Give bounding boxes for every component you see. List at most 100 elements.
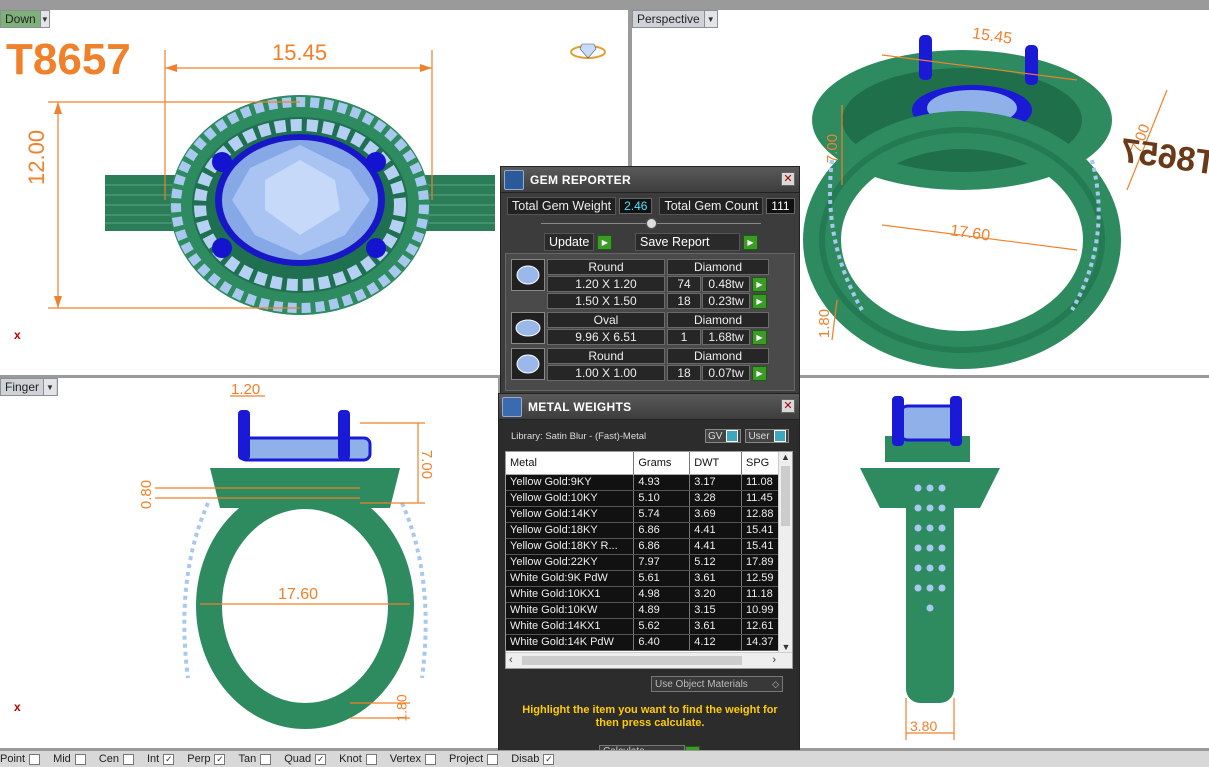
table-cell: 3.61 (689, 570, 742, 587)
toggle-icon (726, 430, 739, 442)
total-gem-weight-value: 2.46 (619, 198, 653, 214)
scroll-left-icon[interactable]: ‹ (509, 654, 513, 666)
ring-thumbnail-icon (570, 43, 606, 59)
scroll-down-icon[interactable]: ▼ (779, 642, 792, 652)
viewport-side[interactable]: 3.80 (800, 378, 1209, 748)
chevron-down-icon[interactable]: ▼ (39, 11, 49, 27)
gem-reporter-panel[interactable]: GEM REPORTER ✕ Total Gem Weight 2.46 Tot… (500, 166, 800, 394)
column-header[interactable]: DWT (689, 452, 742, 475)
viewport-tab-finger[interactable]: Finger ▼ (0, 378, 58, 396)
chevron-down-icon[interactable]: ▼ (43, 379, 57, 395)
column-header[interactable]: SPG (741, 452, 780, 475)
table-cell: 3.15 (689, 602, 742, 619)
osnap-checkbox[interactable]: ✓ (163, 753, 175, 765)
metal-table-container[interactable]: Metal Grams DWT SPG Yellow Gold:9KY 4.93 3… (505, 451, 793, 669)
use-object-materials-button[interactable]: Use Object Materials ◇ (651, 676, 783, 692)
table-cell: 6.86 (633, 538, 691, 555)
gem-weight: 0.07tw (702, 365, 750, 381)
gem-shape: Round (547, 259, 665, 275)
close-icon[interactable]: ✕ (781, 172, 795, 186)
ring-side-view (860, 396, 1000, 740)
save-report-button[interactable]: Save Report (635, 233, 740, 251)
table-cell: 11.45 (741, 490, 780, 507)
table-cell: 3.69 (689, 506, 742, 523)
dimension-band: 1.80 (393, 694, 410, 722)
osnap-item[interactable]: Vertex (390, 753, 440, 765)
column-header[interactable]: Metal (506, 452, 635, 475)
osnap-label: Knot (339, 753, 362, 765)
chevron-down-icon[interactable]: ▼ (703, 11, 717, 27)
play-icon[interactable]: ▶ (752, 277, 767, 292)
scroll-right-icon[interactable]: › (772, 654, 776, 666)
table-row[interactable]: Yellow Gold:10KY 5.10 3.28 11.45 (506, 490, 780, 507)
osnap-label: Project (448, 753, 484, 765)
osnap-item[interactable]: Point (0, 753, 44, 765)
gem-material: Diamond (667, 312, 769, 328)
scrollbar-thumb[interactable] (522, 656, 742, 665)
play-icon[interactable]: ▶ (752, 294, 767, 309)
viewport-tab-label: Perspective (637, 12, 700, 26)
play-icon[interactable]: ▶ (752, 330, 767, 345)
horizontal-scrollbar[interactable]: ‹ › (506, 652, 792, 668)
table-row[interactable]: Yellow Gold:9KY 4.93 3.17 11.08 (506, 474, 780, 491)
scrollbar-thumb[interactable] (781, 466, 790, 526)
viewport-tab-perspective[interactable]: Perspective ▼ (632, 10, 718, 28)
table-cell: Yellow Gold:18KY (506, 522, 635, 539)
osnap-checkbox[interactable] (29, 753, 41, 765)
osnap-checkbox[interactable] (424, 753, 436, 765)
metal-weights-panel[interactable]: METAL WEIGHTS ✕ Library: Satin Blur - (F… (498, 393, 800, 767)
total-gem-count-label: Total Gem Count (659, 197, 764, 215)
osnap-item[interactable]: Tan (238, 753, 275, 765)
table-row[interactable]: Yellow Gold:14KY 5.74 3.69 12.88 (506, 506, 780, 523)
vertical-scrollbar[interactable]: ▲ ▼ (778, 452, 792, 652)
gv-label: GV (708, 430, 723, 442)
osnap-item[interactable]: Perp ✓ (187, 753, 229, 765)
update-button[interactable]: Update (544, 233, 595, 251)
table-row[interactable]: Yellow Gold:18KY R... 6.86 4.41 15.41 (506, 538, 780, 555)
osnap-checkbox[interactable] (260, 753, 272, 765)
osnap-item[interactable]: Disab ✓ (511, 753, 558, 765)
viewport-finger[interactable]: Finger ▼ 1.20 7.00 0.80 17.60 1.80 x (0, 378, 498, 748)
viewport-tab-down[interactable]: Down ▼ (0, 10, 50, 28)
table-row[interactable]: White Gold:14KX1 5.62 3.61 12.61 (506, 618, 780, 635)
osnap-checkbox[interactable]: ✓ (543, 753, 555, 765)
table-row[interactable]: White Gold:14K PdW 6.40 4.12 14.37 (506, 634, 780, 651)
instruction-text: Highlight the item you want to find the … (522, 704, 778, 729)
osnap-item[interactable]: Quad ✓ (284, 753, 330, 765)
axis-x-marker: x (14, 700, 21, 714)
table-row[interactable]: White Gold:10KX1 4.98 3.20 11.18 (506, 586, 780, 603)
osnap-item[interactable]: Project (449, 753, 502, 765)
table-cell: 15.41 (741, 538, 780, 555)
splitter-knob-icon[interactable] (646, 218, 657, 229)
table-row[interactable]: White Gold:10KW 4.89 3.15 10.99 (506, 602, 780, 619)
play-icon[interactable]: ▶ (743, 234, 758, 250)
scroll-up-icon[interactable]: ▲ (779, 452, 792, 462)
table-row[interactable]: Yellow Gold:18KY 6.86 4.41 15.41 (506, 522, 780, 539)
table-row[interactable]: White Gold:9K PdW 5.61 3.61 12.59 (506, 570, 780, 587)
play-icon[interactable]: ▶ (597, 234, 613, 250)
user-toggle[interactable]: User (745, 429, 789, 443)
osnap-checkbox[interactable] (365, 753, 377, 765)
table-row[interactable]: Yellow Gold:22KY 7.97 5.12 17.89 (506, 554, 780, 571)
osnap-checkbox[interactable]: ✓ (315, 753, 327, 765)
osnap-checkbox[interactable]: ✓ (214, 753, 226, 765)
osnap-checkbox[interactable] (123, 753, 134, 765)
metal-weights-titlebar[interactable]: METAL WEIGHTS ✕ (499, 394, 799, 420)
osnap-item[interactable]: Mid (53, 753, 90, 765)
table-cell: 3.61 (689, 618, 742, 635)
osnap-item[interactable]: Cen (99, 753, 138, 765)
play-icon[interactable]: ▶ (752, 366, 767, 381)
metal-weights-table[interactable]: Metal Grams DWT SPG Yellow Gold:9KY 4.93 3… (506, 452, 780, 651)
gv-toggle[interactable]: GV (705, 429, 742, 443)
osnap-checkbox[interactable] (74, 753, 86, 765)
osnap-item[interactable]: Knot (339, 753, 381, 765)
toggle-icon (773, 430, 786, 442)
table-header-row: Metal Grams DWT SPG (506, 452, 780, 475)
osnap-item[interactable]: Int ✓ (147, 753, 178, 765)
osnap-checkbox[interactable] (487, 753, 499, 765)
gem-count: 1 (667, 329, 701, 345)
gem-reporter-titlebar[interactable]: GEM REPORTER ✕ (501, 167, 799, 193)
column-header[interactable]: Grams (633, 452, 691, 475)
close-icon[interactable]: ✕ (781, 399, 795, 413)
table-cell: 5.74 (633, 506, 691, 523)
